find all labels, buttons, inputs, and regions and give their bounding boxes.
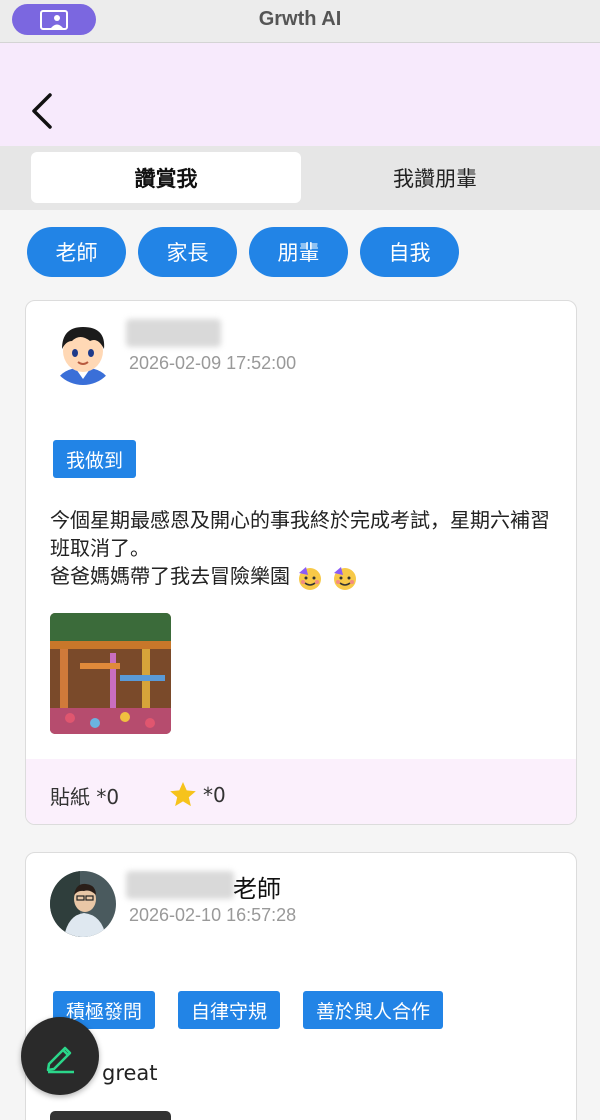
tab-praise-me[interactable]: 讚賞我: [31, 152, 301, 203]
post-card[interactable]: 老師 2026-02-10 16:57:28 積極發問 自律守規 善於與人合作 …: [25, 852, 577, 1120]
tab-i-praise-peers[interactable]: 我讚朋輩: [300, 152, 570, 203]
avatar: [50, 871, 116, 937]
post-photo[interactable]: [50, 613, 171, 734]
filter-chip-peer[interactable]: 朋輩: [249, 227, 348, 277]
partying-face-emoji-icon: [333, 566, 356, 590]
window-titlebar: Grwth AI: [0, 0, 600, 43]
chevron-left-icon[interactable]: [26, 89, 60, 133]
sticker-count[interactable]: 貼紙 *0: [50, 781, 119, 810]
star-count-label: *0: [203, 782, 226, 807]
author-name-redacted: [126, 871, 234, 899]
app-title: Grwth AI: [258, 8, 342, 30]
partying-face-emoji-icon: [299, 566, 322, 590]
post-tag: 善於與人合作: [303, 991, 444, 1029]
post-content: great: [102, 1061, 158, 1085]
star-count[interactable]: *0: [169, 781, 226, 808]
post-tag: 我做到: [53, 440, 137, 478]
pencil-icon: [46, 1046, 74, 1074]
post-content-line1: 今個星期最感恩及開心的事我終於完成考試，星期六補習班取消了。: [50, 508, 550, 560]
post-tag: 自律守規: [178, 991, 281, 1029]
filter-chip-parent[interactable]: 家長: [138, 227, 237, 277]
post-reactions: 貼紙 *0 *0: [26, 759, 576, 824]
filter-chip-teacher[interactable]: 老師: [27, 227, 126, 277]
post-date: 2026-02-10 16:57:28: [129, 905, 297, 925]
segmented-tabs: 讚賞我 我讚朋輩: [0, 146, 600, 210]
post-photo[interactable]: [50, 1111, 171, 1120]
post-date: 2026-02-09 17:52:00: [129, 353, 297, 373]
filter-chip-self[interactable]: 自我: [360, 227, 459, 277]
post-content: 今個星期最感恩及開心的事我終於完成考試，星期六補習班取消了。 爸爸媽媽帶了我去冒…: [50, 506, 550, 591]
avatar: [50, 319, 116, 385]
post-card[interactable]: 2026-02-09 17:52:00 我做到 今個星期最感恩及開心的事我終於完…: [25, 300, 577, 825]
post-content-line2: 爸爸媽媽帶了我去冒險樂園: [50, 564, 290, 588]
author-name-suffix: 老師: [233, 875, 281, 903]
compose-button[interactable]: [21, 1017, 99, 1095]
page-header: [0, 43, 600, 146]
author-name-redacted: [126, 319, 221, 347]
star-icon: [170, 782, 196, 807]
